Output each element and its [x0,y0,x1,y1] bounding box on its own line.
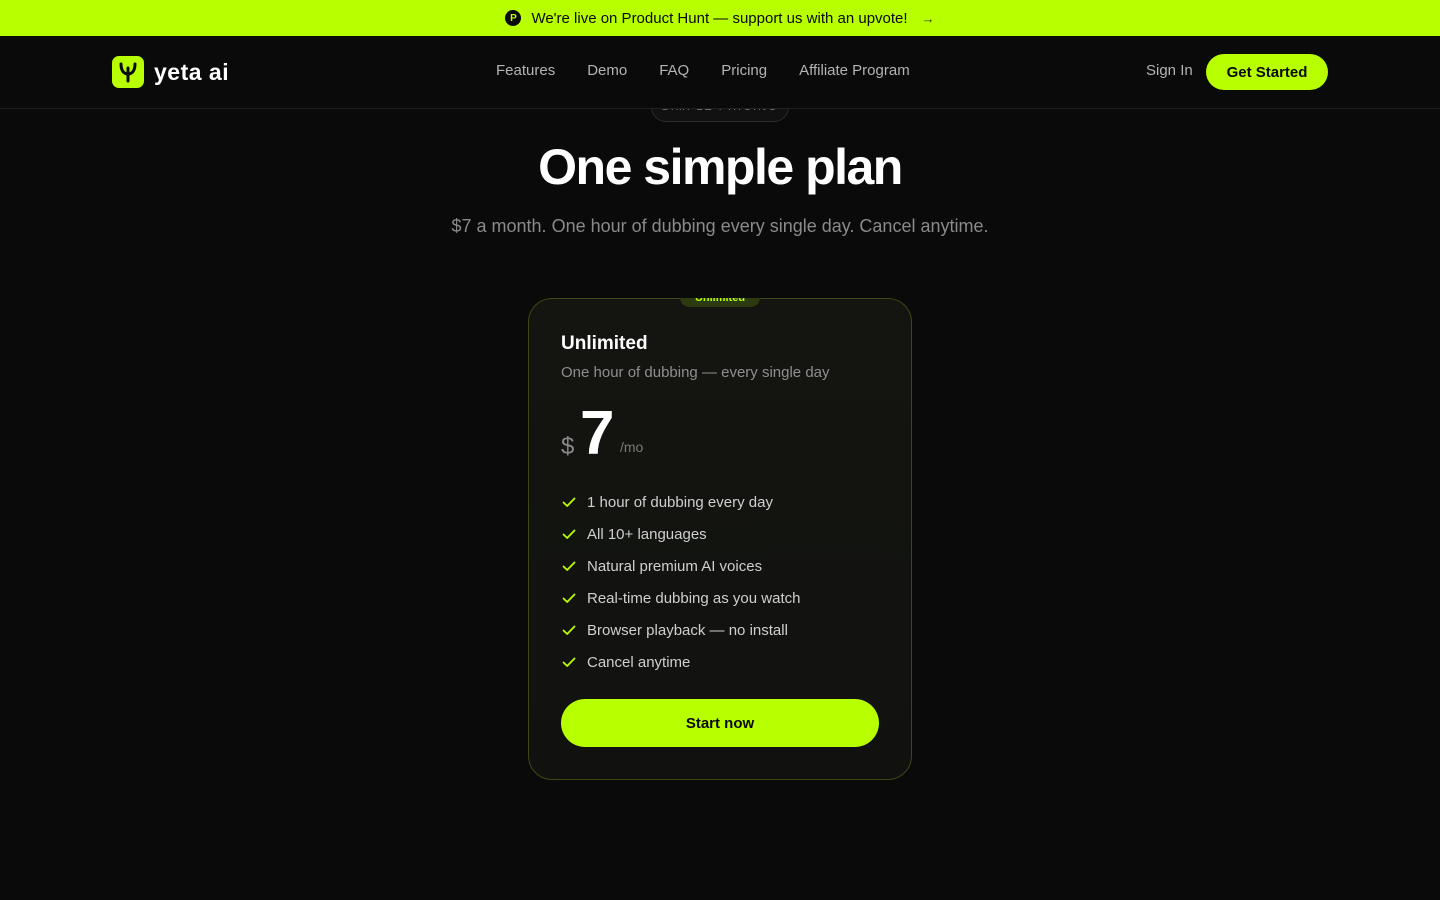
price-currency: $ [561,433,575,460]
plan-description: One hour of dubbing — every single day [561,364,830,381]
feature-text: Real-time dubbing as you watch [587,589,801,607]
page-subtitle: $7 a month. One hour of dubbing every si… [451,216,989,236]
feature-item: All 10+ languages [561,518,800,550]
start-now-button[interactable]: Start now [561,699,879,747]
feature-text: All 10+ languages [587,525,707,543]
feature-text: 1 hour of dubbing every day [587,493,773,511]
product-hunt-icon: P [505,10,522,26]
feature-list: 1 hour of dubbing every day All 10+ lang… [561,486,800,678]
price-amount: 7 [580,399,615,468]
page-title: One simple plan [538,139,903,195]
logo[interactable]: yeta ai [112,55,229,89]
nav-demo[interactable]: Demo [587,62,627,79]
check-icon [561,622,577,638]
arrow-right-icon: → [921,10,935,26]
nav-affiliate-program[interactable]: Affiliate Program [799,62,910,79]
main-nav: Features Demo FAQ Pricing Affiliate Prog… [496,62,910,79]
price-period: /mo [620,439,644,455]
check-icon [561,590,577,606]
site-header: yeta ai Features Demo FAQ Pricing Affili… [0,36,1440,109]
feature-item: Real-time dubbing as you watch [561,582,800,614]
sign-in-link[interactable]: Sign In [1146,62,1193,79]
nav-pricing[interactable]: Pricing [721,62,767,79]
feature-item: Browser playback — no install [561,614,800,646]
nav-features[interactable]: Features [496,62,555,79]
check-icon [561,654,577,670]
feature-item: Cancel anytime [561,646,800,678]
announcement-bar[interactable]: P We're live on Product Hunt — support u… [0,0,1440,36]
logo-mark-icon [112,56,144,88]
logo-text: yeta ai [154,58,230,85]
feature-text: Browser playback — no install [587,621,788,639]
feature-text: Natural premium AI voices [587,557,763,575]
check-icon [561,558,577,574]
check-icon [561,494,577,510]
announcement-text: We're live on Product Hunt — support us … [531,9,908,27]
nav-faq[interactable]: FAQ [659,62,689,79]
feature-item: 1 hour of dubbing every day [561,486,800,518]
plan-badge-mask [680,288,760,298]
plan-name: Unlimited [561,333,648,354]
feature-text: Cancel anytime [587,653,691,671]
feature-item: Natural premium AI voices [561,550,800,582]
check-icon [561,526,577,542]
get-started-button[interactable]: Get Started [1206,54,1328,90]
